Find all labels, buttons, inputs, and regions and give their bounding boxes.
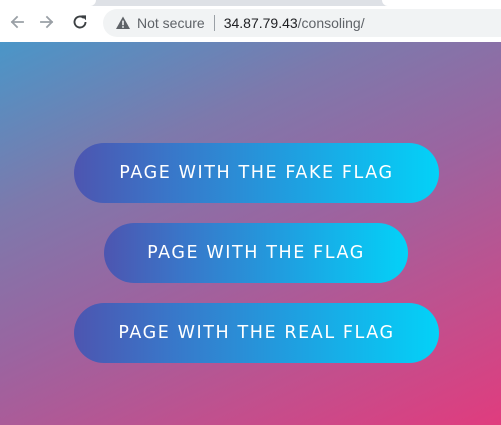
reload-icon [73, 15, 87, 29]
fake-flag-page-label: PAGE WITH THE FAKE FLAG [119, 163, 394, 183]
arrow-left-icon [10, 15, 24, 29]
browser-tab[interactable] [0, 0, 96, 6]
back-button[interactable] [4, 9, 30, 35]
reload-button[interactable] [67, 9, 93, 35]
real-flag-page-label: PAGE WITH THE REAL FLAG [118, 323, 395, 343]
arrow-right-icon [40, 15, 54, 29]
page-content: PAGE WITH THE FAKE FLAG PAGE WITH THE FL… [0, 42, 501, 425]
browser-tab[interactable] [382, 0, 501, 6]
browser-toolbar: Not secure 34.87.79.43/consoling/ [0, 0, 501, 42]
url-host: 34.87.79.43 [223, 15, 298, 31]
address-bar[interactable]: Not secure 34.87.79.43/consoling/ [103, 9, 501, 37]
real-flag-page-button[interactable]: PAGE WITH THE REAL FLAG [74, 303, 439, 363]
flag-page-button[interactable]: PAGE WITH THE FLAG [104, 223, 408, 283]
tab-strip [0, 0, 501, 6]
security-status-label[interactable]: Not secure [137, 15, 205, 31]
url-text[interactable]: 34.87.79.43/consoling/ [224, 15, 365, 31]
url-path: /consoling/ [297, 15, 365, 31]
warning-triangle-icon[interactable] [115, 15, 131, 31]
forward-button[interactable] [34, 9, 60, 35]
flag-page-label: PAGE WITH THE FLAG [147, 243, 365, 263]
omnibox-divider [213, 15, 215, 31]
fake-flag-page-button[interactable]: PAGE WITH THE FAKE FLAG [74, 143, 439, 203]
